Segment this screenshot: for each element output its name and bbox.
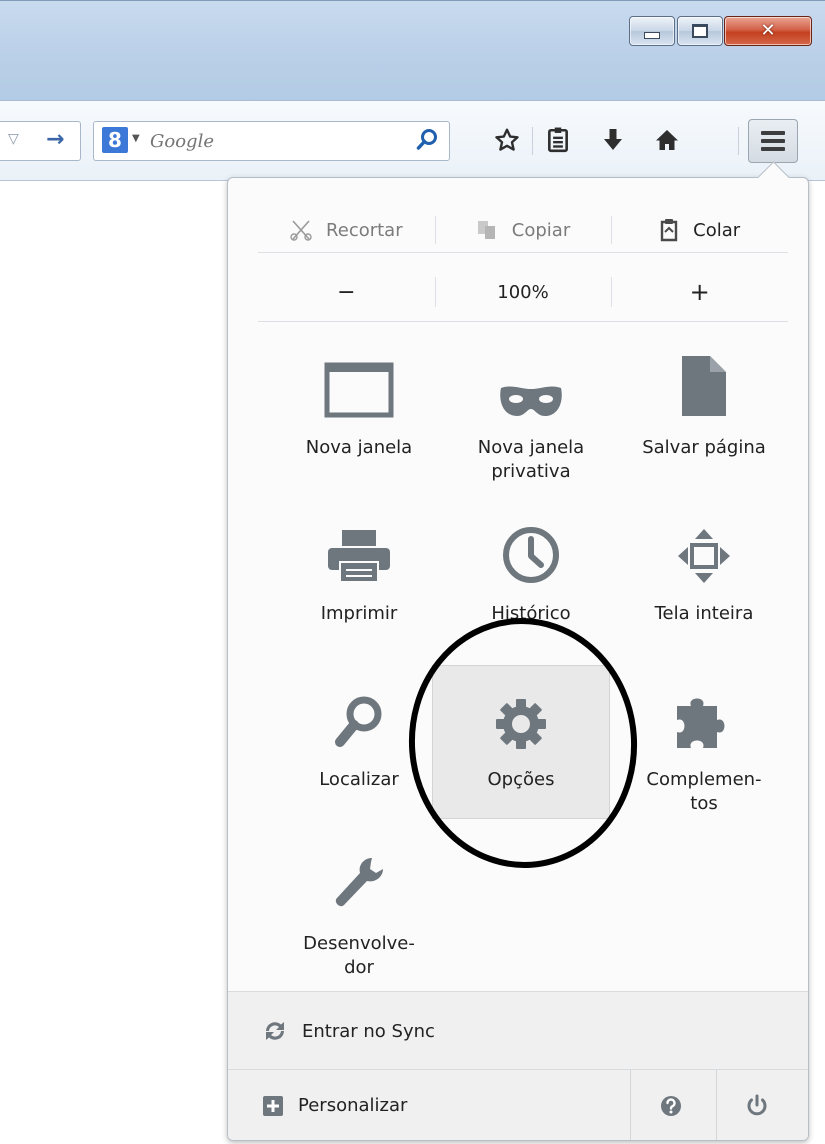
private-window-label: Nova janela privativa — [477, 437, 585, 482]
customize-label: Personalizar — [298, 1095, 408, 1116]
help-button[interactable] — [630, 1070, 711, 1140]
minimize-icon — [644, 31, 660, 39]
close-icon: ✕ — [760, 20, 776, 41]
search-icon — [333, 686, 385, 750]
wrench-icon — [332, 850, 386, 914]
fullscreen-label: Tela inteira — [654, 603, 754, 624]
panel-footer: Personalizar — [228, 1069, 808, 1140]
search-bar[interactable]: 8 ▼ — [93, 121, 450, 161]
new-window-label: Nova janela — [305, 437, 413, 458]
cut-label: Recortar — [326, 219, 403, 241]
search-go-icon[interactable] — [416, 128, 438, 156]
print-label: Imprimir — [320, 603, 398, 624]
sync-button[interactable]: Entrar no Sync — [228, 991, 808, 1070]
copy-icon — [476, 219, 498, 241]
zoom-in-button[interactable]: + — [611, 263, 788, 321]
search-engine-logo[interactable]: 8 — [102, 127, 128, 153]
maximize-icon — [692, 24, 708, 38]
navigation-toolbar: ▽ → 8 ▼ — [0, 100, 825, 181]
zoom-controls: − 100% + — [258, 263, 788, 322]
page-icon — [680, 354, 728, 418]
sync-icon — [262, 1019, 288, 1043]
clock-icon — [502, 520, 560, 584]
home-icon — [656, 130, 678, 150]
engine-dropdown-icon[interactable]: ▼ — [132, 133, 140, 144]
print-button[interactable]: Imprimir — [273, 506, 445, 656]
fullscreen-button[interactable]: Tela inteira — [618, 506, 790, 656]
printer-icon — [326, 520, 392, 584]
search-input[interactable] — [148, 128, 392, 154]
sync-label: Entrar no Sync — [302, 1020, 435, 1042]
fullscreen-icon — [677, 520, 731, 584]
history-dropdown-icon[interactable]: ▽ — [8, 131, 19, 147]
new-window-button[interactable]: Nova janela — [273, 340, 445, 490]
options-button[interactable]: Opções — [432, 665, 610, 819]
clipboard-icon — [659, 218, 679, 242]
options-label: Opções — [487, 769, 555, 790]
hamburger-icon — [761, 131, 785, 151]
help-icon — [661, 1095, 681, 1116]
url-bar[interactable]: ▽ → — [0, 121, 81, 161]
open-menu-button[interactable] — [748, 119, 798, 163]
power-icon — [747, 1094, 767, 1115]
minimize-button[interactable] — [629, 16, 675, 46]
window-icon — [324, 354, 394, 418]
developer-button[interactable]: Desenvolve-dor — [273, 836, 445, 986]
find-label: Localizar — [319, 769, 399, 790]
puzzle-icon — [673, 686, 735, 750]
save-page-label: Salvar página — [642, 437, 766, 458]
addons-button[interactable]: Complemen-tos — [618, 672, 790, 822]
addons-label: Complemen-tos — [646, 769, 762, 814]
gear-icon — [495, 686, 547, 750]
find-button[interactable]: Localizar — [273, 672, 445, 822]
go-arrow-icon[interactable]: → — [46, 127, 64, 152]
history-button[interactable]: Histórico — [445, 506, 617, 656]
home-button[interactable] — [650, 123, 684, 157]
edit-controls: Recortar Copiar Colar — [258, 208, 788, 253]
add-icon — [262, 1095, 284, 1117]
save-page-button[interactable]: Salvar página — [618, 340, 790, 490]
bookmarks-menu-button[interactable] — [541, 123, 575, 157]
customize-button[interactable]: Personalizar — [228, 1095, 407, 1117]
star-icon — [495, 128, 519, 151]
close-button[interactable]: ✕ — [724, 16, 812, 46]
main-menu-panel: Recortar Copiar Colar − 100% + Nova jane… — [227, 177, 809, 1141]
toolbar-separator — [532, 127, 533, 155]
paste-button[interactable]: Colar — [611, 208, 788, 252]
toolbar-separator — [738, 127, 739, 155]
mask-icon — [499, 354, 563, 418]
paste-label: Colar — [693, 219, 741, 241]
title-bar: ✕ — [0, 0, 825, 101]
copy-button[interactable]: Copiar — [434, 208, 612, 252]
developer-label: Desenvolve-dor — [303, 933, 415, 978]
download-arrow-icon — [604, 129, 622, 150]
copy-label: Copiar — [511, 219, 571, 241]
zoom-out-button[interactable]: − — [258, 263, 435, 321]
zoom-reset-button[interactable]: 100% — [434, 263, 612, 321]
scissors-icon — [290, 219, 312, 241]
bookmarks-list-icon — [548, 127, 568, 153]
quit-button[interactable] — [716, 1070, 797, 1140]
history-label: Histórico — [491, 603, 571, 624]
bookmark-star-button[interactable] — [490, 123, 524, 157]
private-window-button[interactable]: Nova janela privativa — [445, 340, 617, 490]
downloads-button[interactable] — [596, 123, 630, 157]
cut-button[interactable]: Recortar — [258, 208, 435, 252]
maximize-button[interactable] — [677, 16, 723, 46]
